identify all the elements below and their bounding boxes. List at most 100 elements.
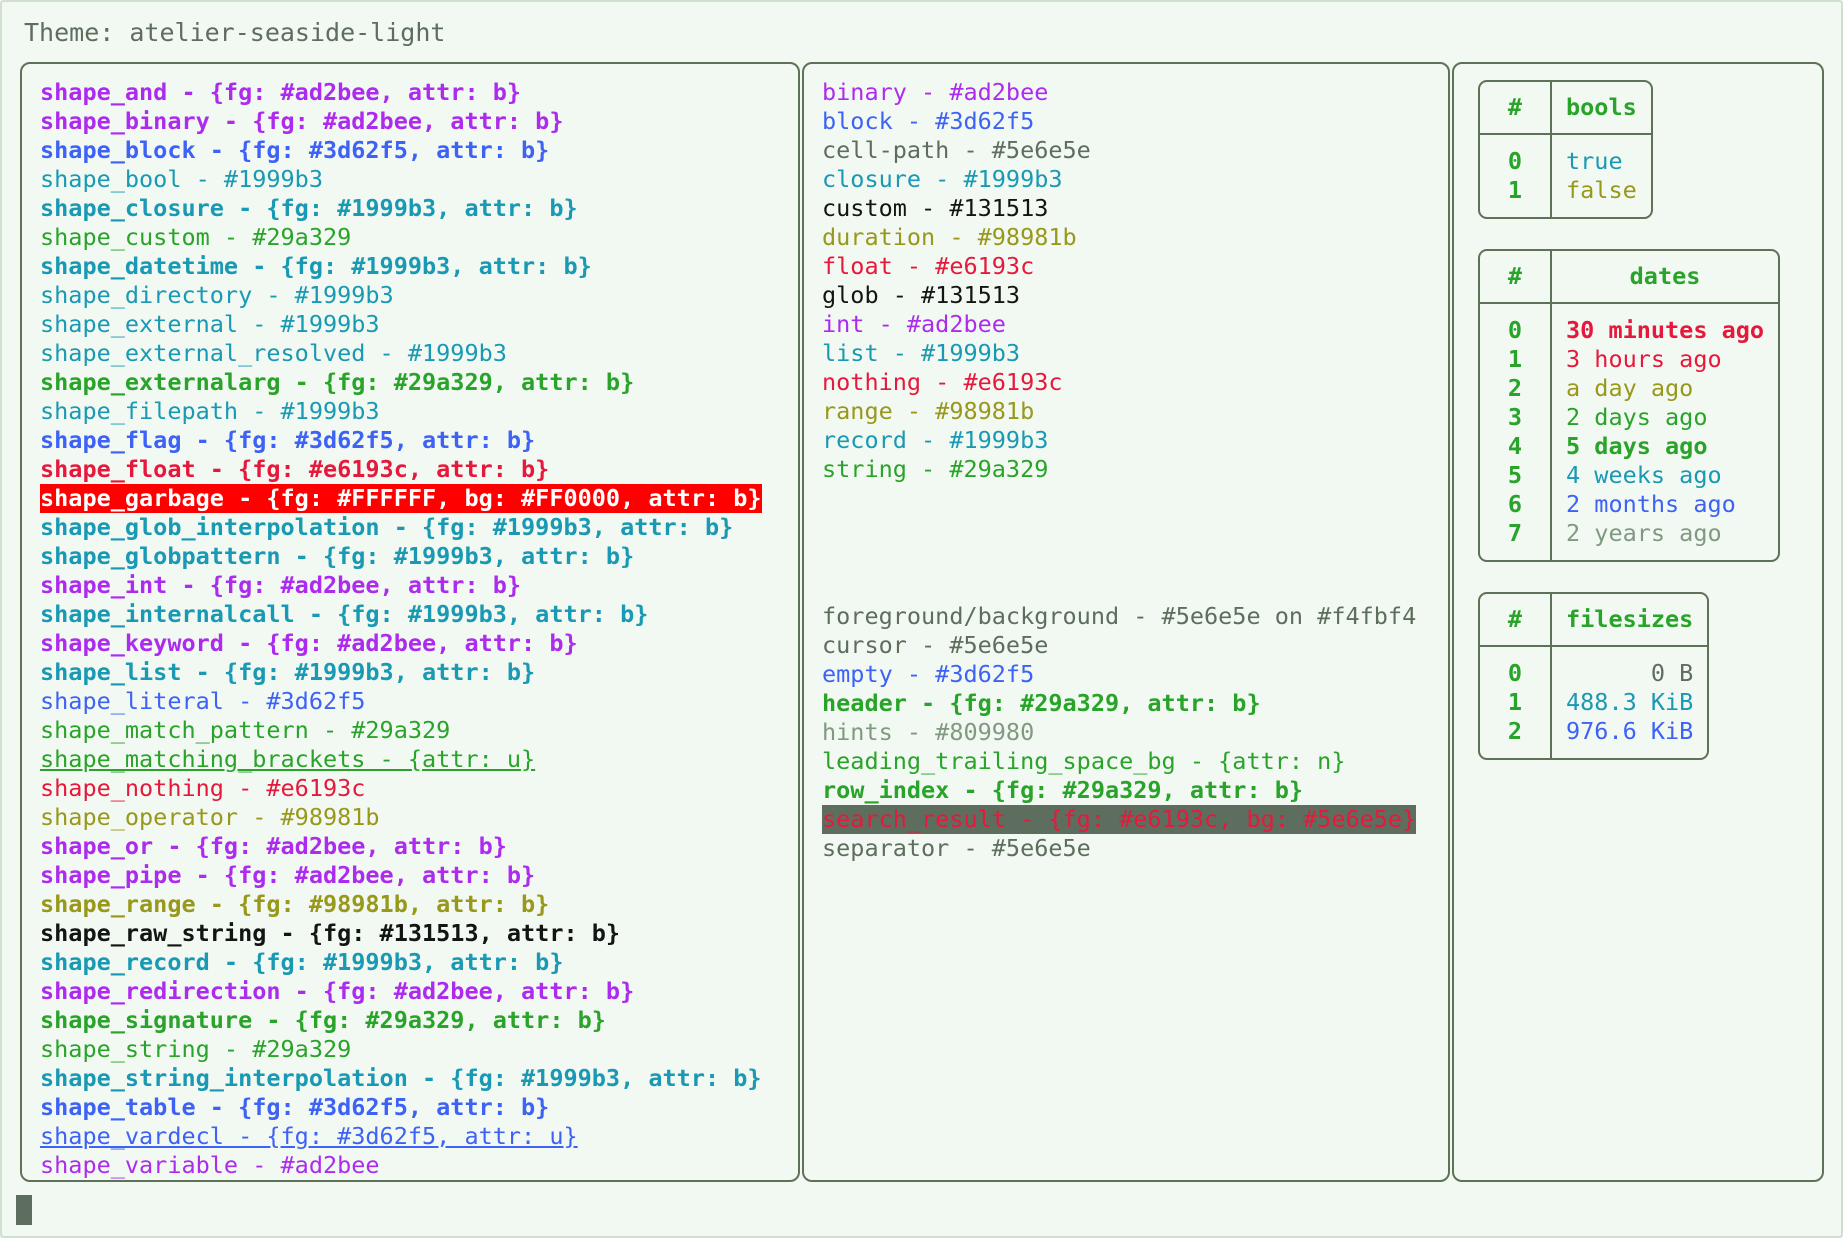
shapes-row: shape_match_pattern - #29a329	[40, 716, 451, 744]
shapes-row: shape_bool - #1999b3	[40, 165, 323, 193]
cursor-block	[16, 1195, 32, 1225]
row-index: 1	[1480, 345, 1552, 374]
shapes-row: shape_float - {fg: #e6193c, attr: b}	[40, 455, 550, 483]
row-value: 488.3 KiB	[1566, 688, 1694, 716]
column-header-index: #	[1480, 251, 1552, 304]
ui_elements-row: hints - #809980	[822, 718, 1035, 746]
table-row: 1 false	[1480, 176, 1651, 217]
shapes-row: shape_or - {fg: #ad2bee, attr: b}	[40, 832, 507, 860]
shapes-row: shape_internalcall - {fg: #1999b3, attr:…	[40, 600, 649, 628]
ui_elements-row: row_index - {fg: #29a329, attr: b}	[822, 776, 1304, 804]
table-filesizes: # filesizes 0 0 B 1 488.3 KiB 2 976.6 KiB	[1478, 592, 1710, 760]
row-index: 0	[1480, 647, 1552, 688]
row-index: 2	[1480, 717, 1552, 758]
column-header-value: bools	[1552, 82, 1651, 135]
row-index: 7	[1480, 519, 1552, 560]
row-index: 1	[1480, 176, 1552, 217]
shapes-row: shape_operator - #98981b	[40, 803, 380, 831]
table-row: 6 2 months ago	[1480, 490, 1778, 519]
shapes-row: shape_redirection - {fg: #ad2bee, attr: …	[40, 977, 635, 1005]
table-bools: # bools 0 true 1 false	[1478, 80, 1653, 219]
types-row: range - #98981b	[822, 397, 1035, 425]
shapes-row: shape_matching_brackets - {attr: u}	[40, 745, 536, 773]
row-index: 5	[1480, 461, 1552, 490]
shapes-row: shape_variable - #ad2bee	[40, 1151, 380, 1179]
row-value: 4 weeks ago	[1566, 461, 1722, 489]
row-value: false	[1566, 176, 1637, 204]
table-row: 7 2 years ago	[1480, 519, 1778, 560]
types-row: block - #3d62f5	[822, 107, 1035, 135]
shapes-row: shape_block - {fg: #3d62f5, attr: b}	[40, 136, 550, 164]
panel-gap	[822, 484, 1430, 602]
shapes-row: shape_filepath - #1999b3	[40, 397, 380, 425]
types-row: closure - #1999b3	[822, 165, 1063, 193]
shapes-row: shape_garbage - {fg: #FFFFFF, bg: #FF000…	[40, 484, 762, 513]
shapes-row: shape_vardecl - {fg: #3d62f5, attr: u}	[40, 1122, 578, 1150]
theme-title: Theme: atelier-seaside-light	[24, 18, 446, 47]
ui_elements-row: header - {fg: #29a329, attr: b}	[822, 689, 1261, 717]
row-index: 3	[1480, 403, 1552, 432]
ui_elements-row: separator - #5e6e5e	[822, 834, 1091, 862]
shapes-row: shape_nothing - #e6193c	[40, 774, 366, 802]
table-row: 0 30 minutes ago	[1480, 304, 1778, 345]
types-row: string - #29a329	[822, 455, 1049, 483]
ui_elements-row: search_result - {fg: #e6193c, bg: #5e6e5…	[822, 805, 1417, 834]
column-header-index: #	[1480, 594, 1552, 647]
shapes-row: shape_record - {fg: #1999b3, attr: b}	[40, 948, 564, 976]
ui-elements-list: foreground/background - #5e6e5e on #f4fb…	[822, 602, 1430, 863]
shapes-row: shape_and - {fg: #ad2bee, attr: b}	[40, 78, 522, 106]
table-row: 0 0 B	[1480, 647, 1707, 688]
shapes-row: shape_external_resolved - #1999b3	[40, 339, 507, 367]
column-header-value: filesizes	[1552, 594, 1708, 647]
row-value: 2 years ago	[1566, 519, 1722, 547]
shapes-row: shape_literal - #3d62f5	[40, 687, 366, 715]
shapes-list: shape_and - {fg: #ad2bee, attr: b} shape_…	[40, 78, 780, 1180]
table-header-row: # dates	[1480, 251, 1779, 304]
table-header-row: # filesizes	[1480, 594, 1708, 647]
types-row: glob - #131513	[822, 281, 1021, 309]
shapes-row: shape_raw_string - {fg: #131513, attr: b…	[40, 919, 621, 947]
shapes-row-wrapper: shape_garbage - {fg: #FFFFFF, bg: #FF000…	[40, 484, 780, 513]
ui_elements-row: empty - #3d62f5	[822, 660, 1035, 688]
shapes-row: shape_table - {fg: #3d62f5, attr: b}	[40, 1093, 550, 1121]
ui_elements-row: foreground/background - #5e6e5e on #f4fb…	[822, 602, 1417, 630]
types-row: int - #ad2bee	[822, 310, 1006, 338]
shapes-row: shape_string_interpolation - {fg: #1999b…	[40, 1064, 762, 1092]
shapes-row: shape_range - {fg: #98981b, attr: b}	[40, 890, 550, 918]
shapes-row: shape_glob_interpolation - {fg: #1999b3,…	[40, 513, 734, 541]
table-row: 0 true	[1480, 135, 1651, 176]
row-index: 0	[1480, 304, 1552, 345]
shapes-row: shape_directory - #1999b3	[40, 281, 394, 309]
table-row: 3 2 days ago	[1480, 403, 1778, 432]
shapes-row: shape_list - {fg: #1999b3, attr: b}	[40, 658, 536, 686]
types-row: duration - #98981b	[822, 223, 1077, 251]
terminal-screen: Theme: atelier-seaside-light shape_and -…	[0, 0, 1843, 1238]
shapes-row: shape_external - #1999b3	[40, 310, 380, 338]
shapes-row: shape_datetime - {fg: #1999b3, attr: b}	[40, 252, 592, 280]
types-list: binary - #ad2bee block - #3d62f5 cell-path…	[822, 78, 1430, 484]
tables-host: # bools 0 true 1 false # dates 0 30 minutes ago 1 3…	[1478, 80, 1800, 760]
row-index: 2	[1480, 374, 1552, 403]
row-value: 2 days ago	[1566, 403, 1708, 431]
row-index: 4	[1480, 432, 1552, 461]
types-row: record - #1999b3	[822, 426, 1049, 454]
table-dates: # dates 0 30 minutes ago 1 3 hours ago 2 a day …	[1478, 249, 1781, 562]
types-row: binary - #ad2bee	[822, 78, 1049, 106]
shapes-row: shape_int - {fg: #ad2bee, attr: b}	[40, 571, 522, 599]
shapes-row: shape_binary - {fg: #ad2bee, attr: b}	[40, 107, 564, 135]
shapes-row: shape_pipe - {fg: #ad2bee, attr: b}	[40, 861, 536, 889]
ui_elements-row-wrapper: search_result - {fg: #e6193c, bg: #5e6e5…	[822, 805, 1430, 834]
types-row: float - #e6193c	[822, 252, 1035, 280]
row-value: 3 hours ago	[1566, 345, 1722, 373]
table-row: 2 a day ago	[1480, 374, 1778, 403]
shapes-row: shape_string - #29a329	[40, 1035, 352, 1063]
row-index: 0	[1480, 135, 1552, 176]
table-row: 4 5 days ago	[1480, 432, 1778, 461]
shapes-row: shape_keyword - {fg: #ad2bee, attr: b}	[40, 629, 578, 657]
row-value: a day ago	[1566, 374, 1694, 402]
table-header-row: # bools	[1480, 82, 1651, 135]
shapes-row: shape_externalarg - {fg: #29a329, attr: …	[40, 368, 635, 396]
row-value: 976.6 KiB	[1566, 717, 1694, 745]
shapes-row: shape_custom - #29a329	[40, 223, 352, 251]
ui_elements-row: leading_trailing_space_bg - {attr: n}	[822, 747, 1346, 775]
